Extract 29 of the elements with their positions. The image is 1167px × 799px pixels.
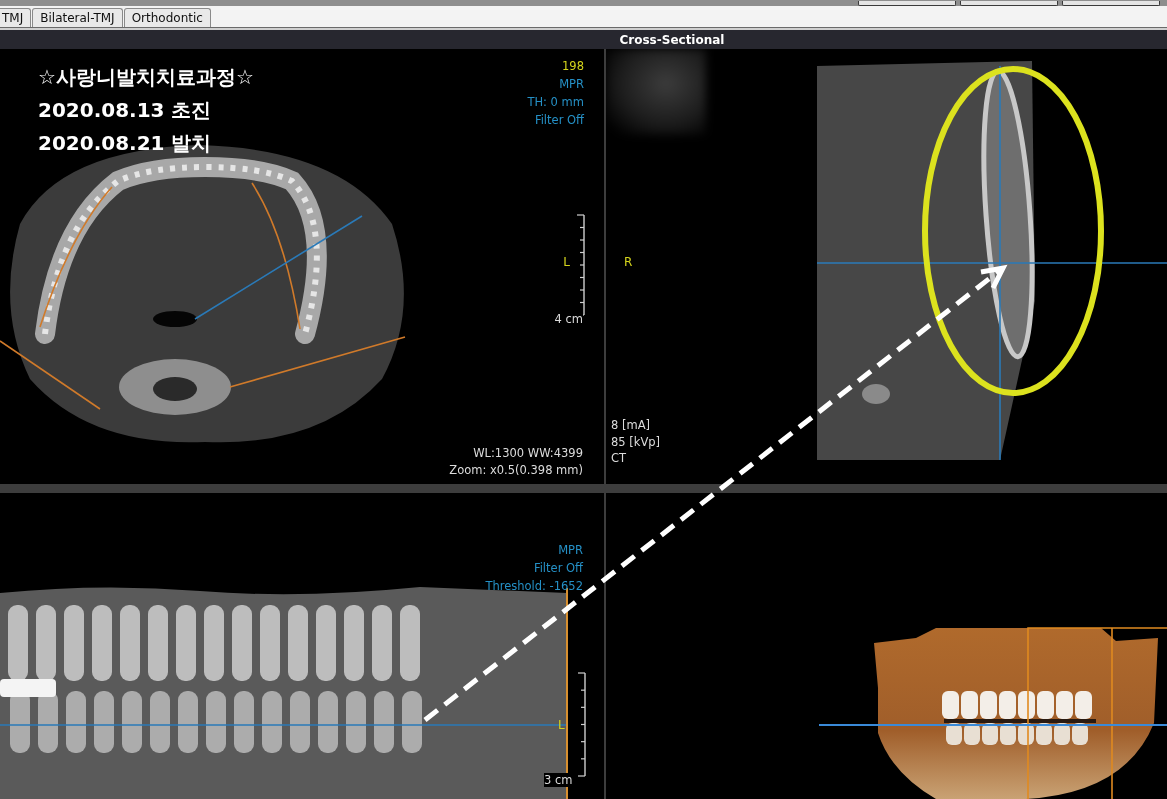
orientation-marker: R	[624, 255, 633, 269]
view-setting: Filter Off	[532, 560, 583, 577]
orientation-marker: L	[558, 718, 565, 732]
scale-label: 4 cm	[554, 312, 583, 326]
ruler-icon	[575, 214, 585, 316]
acquisition-info: 8 [mA]	[611, 417, 651, 434]
ruler-icon	[576, 672, 586, 777]
acquisition-info: 85 [kVp]	[611, 433, 661, 450]
display-info: WL:1300 WW:4399	[472, 445, 583, 462]
view-setting: MPR	[558, 76, 584, 93]
tab[interactable]: Bilateral-TMJ	[32, 8, 123, 27]
toolbar-button[interactable]	[1062, 1, 1160, 6]
scale-label: 3 cm	[544, 773, 573, 787]
toolbar-button[interactable]	[858, 1, 956, 6]
tab[interactable]: TMJ	[0, 8, 32, 27]
view-title: Cross-Sectional	[619, 32, 725, 47]
annotation-date: 2020.08.13 초진	[38, 97, 213, 124]
view-setting: Threshold: -1652	[485, 578, 583, 595]
orientation-marker: L	[563, 255, 570, 269]
tab[interactable]: Orthodontic	[123, 8, 211, 27]
view-setting: MPR	[557, 542, 583, 559]
annotation-date: 2020.08.21 발치	[38, 130, 213, 157]
slice-number: 198	[561, 58, 584, 75]
annotation-title: ☆사랑니발치치료과정☆	[38, 64, 254, 91]
display-info: Zoom: x0.5(0.398 mm)	[449, 461, 583, 478]
view-setting: TH: 0 mm	[527, 94, 584, 111]
view-setting: Filter Off	[533, 112, 584, 129]
toolbar-button[interactable]	[960, 1, 1058, 6]
acquisition-info: CT	[611, 450, 628, 467]
